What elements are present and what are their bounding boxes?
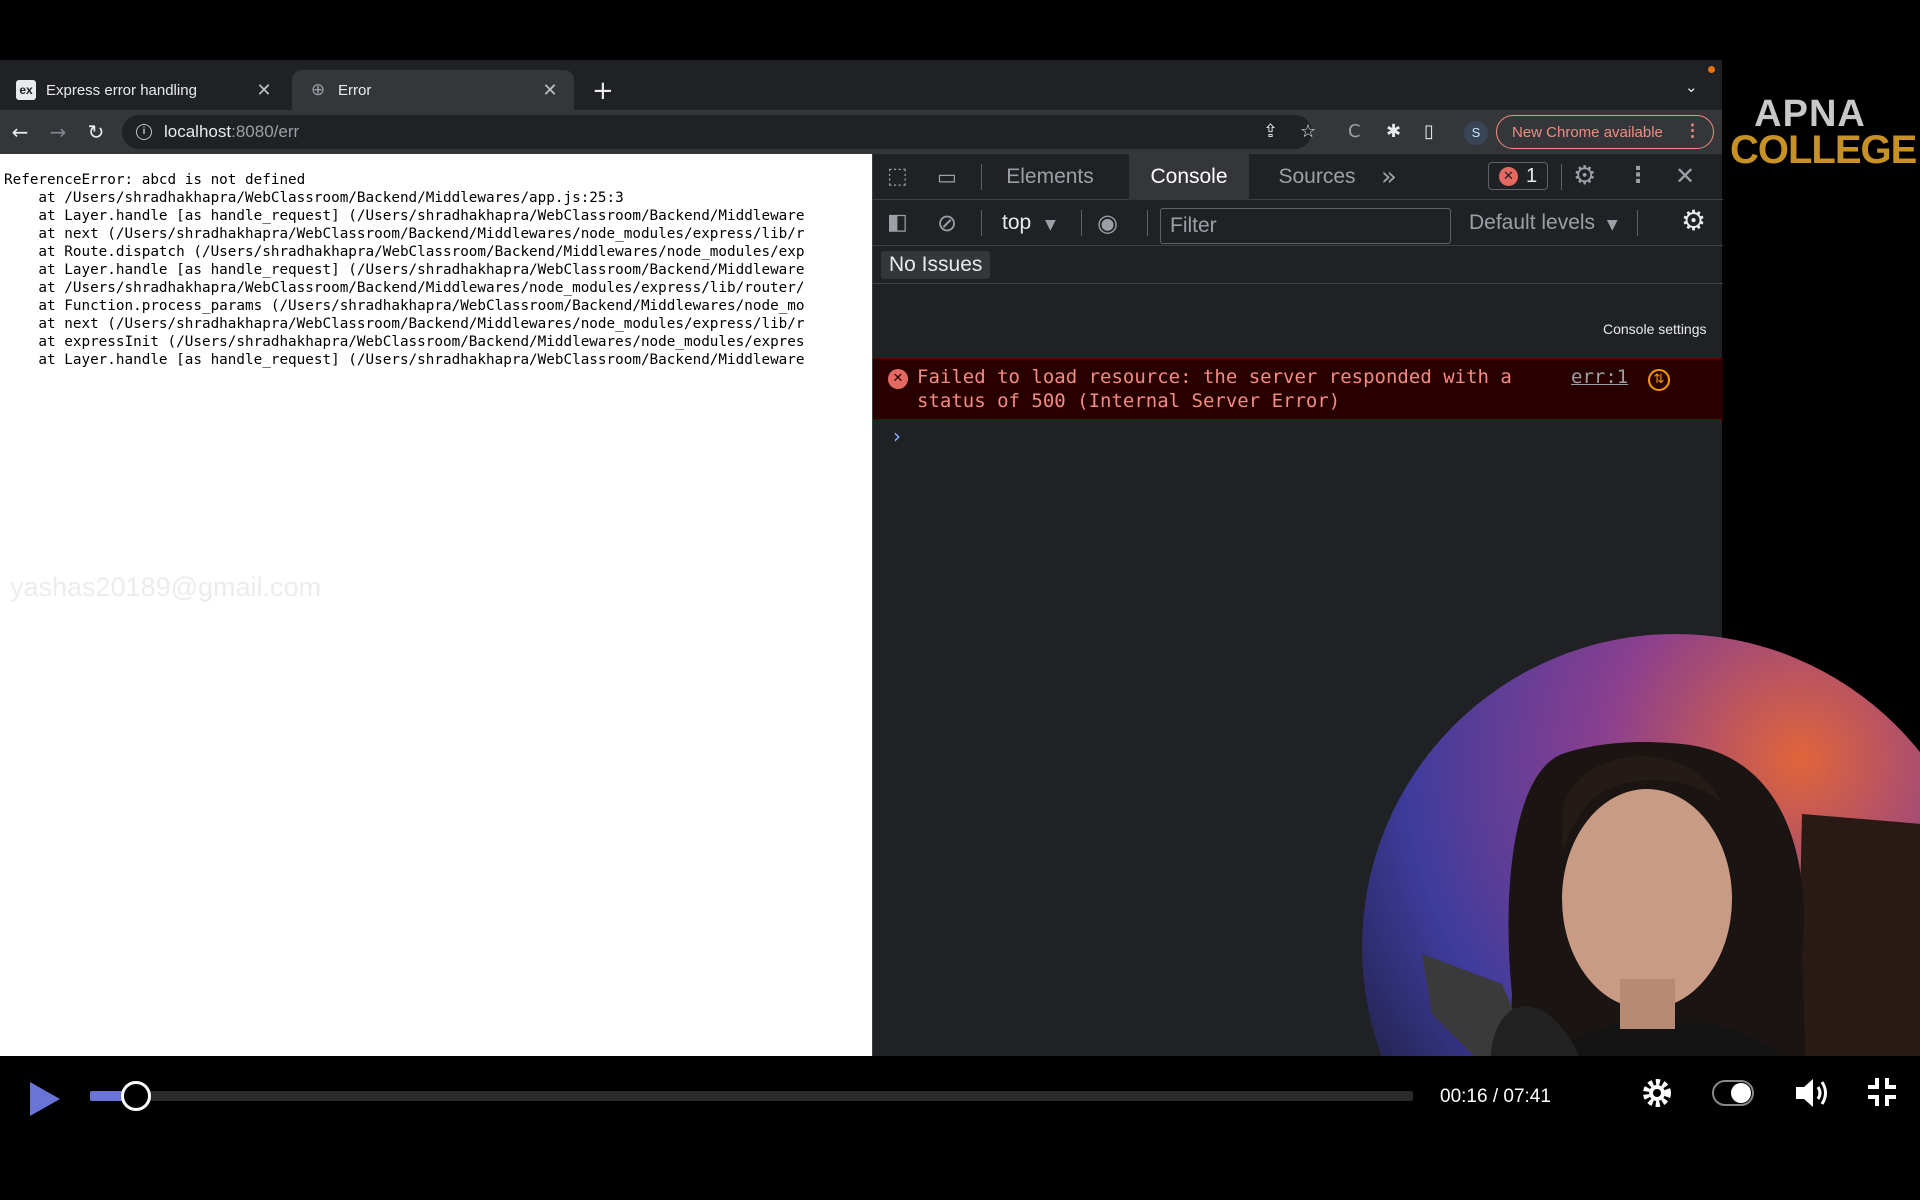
reload-icon[interactable]: ↻ — [82, 118, 110, 146]
stack-trace-line: at Layer.handle [as handle_request] (/Us… — [4, 352, 805, 368]
stack-trace: ReferenceError: abcd is not defined at /… — [4, 171, 872, 369]
tab-elements[interactable]: Elements — [991, 154, 1109, 200]
divider — [1637, 210, 1638, 236]
log-levels-label: Default levels — [1469, 211, 1596, 234]
devtools-tab-bar: ⬚ ▭ Elements Console Sources » ✕ 1 ⚙ ⋮ ✕ — [873, 154, 1723, 200]
context-selector[interactable]: top ▼ — [1002, 200, 1056, 246]
url-path: :8080/err — [231, 122, 300, 141]
play-icon[interactable] — [28, 1080, 62, 1118]
stack-trace-line: at Layer.handle [as handle_request] (/Us… — [4, 208, 805, 224]
tab-strip: ex Express error handling ✕ ⊕ Error ✕ + … — [0, 60, 1722, 110]
site-info-icon[interactable]: i — [136, 124, 152, 140]
address-bar[interactable]: i localhost:8080/err — [122, 115, 1312, 149]
forward-icon[interactable]: → — [44, 118, 72, 146]
stack-trace-line: at expressInit (/Users/shradhakhapra/Web… — [4, 334, 805, 350]
stack-trace-line: at Layer.handle [as handle_request] (/Us… — [4, 262, 805, 278]
divider — [1081, 210, 1082, 236]
profile-avatar[interactable]: S — [1464, 121, 1488, 145]
browser-toolbar: ← → ↻ i localhost:8080/err ⇪ ☆ C ✱ ▯ S N… — [0, 110, 1722, 154]
context-label: top — [1002, 211, 1032, 234]
stack-trace-line: at next (/Users/shradhakhapra/WebClassro… — [4, 316, 805, 332]
volume-icon[interactable] — [1794, 1076, 1832, 1110]
divider — [1561, 164, 1562, 190]
tab-console[interactable]: Console — [1129, 154, 1249, 200]
stack-trace-line: at Function.process_params (/Users/shrad… — [4, 298, 805, 314]
tab-title: Error — [338, 81, 372, 99]
tab-search-icon[interactable]: ⌄ — [1685, 78, 1698, 96]
bookmark-star-icon[interactable]: ☆ — [1300, 122, 1316, 142]
tab-favicon: ex — [16, 80, 36, 100]
inspect-element-icon[interactable]: ⬚ — [887, 164, 908, 190]
error-icon: ✕ — [1498, 166, 1518, 186]
console-settings-gear-icon[interactable]: ⚙ — [1681, 207, 1706, 235]
clear-console-icon[interactable]: ⊘ — [937, 210, 957, 236]
stack-trace-line: at Route.dispatch (/Users/shradhakhapra/… — [4, 244, 805, 260]
issues-bar: No Issues — [873, 246, 1723, 284]
tab-express-error-handling[interactable]: ex Express error handling ✕ — [0, 70, 288, 110]
url-host: localhost — [164, 122, 232, 141]
extensions-puzzle-icon[interactable]: ✱ — [1386, 122, 1401, 142]
close-icon[interactable]: ✕ — [1675, 163, 1695, 189]
back-icon[interactable]: ← — [6, 118, 34, 146]
stack-trace-line: at /Users/shradhakhapra/WebClassroom/Bac… — [4, 190, 624, 206]
progress-bar[interactable] — [90, 1081, 1413, 1111]
divider — [981, 210, 982, 236]
time-display: 00:16 / 07:41 — [1440, 1086, 1551, 1107]
filter-input[interactable] — [1160, 208, 1451, 244]
console-settings-tooltip: Console settings — [1598, 319, 1712, 339]
divider — [1147, 210, 1148, 236]
stack-trace-line: ReferenceError: abcd is not defined — [4, 172, 306, 188]
progress-handle[interactable] — [121, 1081, 152, 1111]
share-icon[interactable]: ⇪ — [1263, 122, 1278, 142]
exit-fullscreen-icon[interactable] — [1866, 1076, 1898, 1108]
device-toolbar-icon[interactable]: ▭ — [937, 164, 957, 190]
notification-dot — [1708, 66, 1715, 73]
network-request-icon[interactable]: ⇅ — [1648, 369, 1670, 391]
video-player-controls: 00:16 / 07:41 — [0, 1056, 1920, 1200]
divider — [981, 164, 982, 190]
tab-error[interactable]: ⊕ Error ✕ — [292, 70, 574, 110]
new-tab-button[interactable]: + — [592, 76, 614, 106]
update-button-label: New Chrome available — [1512, 123, 1663, 141]
close-icon[interactable]: ✕ — [540, 80, 560, 101]
error-icon: ✕ — [888, 369, 908, 389]
more-tabs-icon[interactable]: » — [1381, 164, 1397, 190]
extension-c-icon[interactable]: C — [1348, 122, 1361, 142]
error-count: 1 — [1525, 164, 1538, 187]
eye-icon[interactable]: ◉ — [1097, 210, 1118, 236]
log-levels-dropdown[interactable]: Default levels ▼ — [1469, 200, 1618, 246]
dropdown-arrow-icon: ▼ — [1606, 217, 1618, 233]
watermark: yashas20189@gmail.com — [10, 572, 322, 602]
error-count-badge[interactable]: ✕ 1 — [1488, 162, 1548, 190]
apna-college-logo: APNA COLLEGE — [1730, 93, 1917, 172]
globe-icon: ⊕ — [310, 80, 326, 100]
stack-trace-line: at next (/Users/shradhakhapra/WebClassro… — [4, 226, 805, 242]
sidebar-toggle-icon[interactable]: ◧ — [887, 210, 908, 236]
settings-gear-icon[interactable] — [1640, 1076, 1674, 1110]
side-panel-icon[interactable]: ▯ — [1424, 122, 1434, 142]
no-issues-button[interactable]: No Issues — [881, 251, 991, 279]
logo-line-2: COLLEGE — [1730, 128, 1917, 172]
close-icon[interactable]: ✕ — [254, 80, 274, 101]
kebab-menu-icon[interactable]: ⋮ — [1684, 121, 1701, 141]
page-content: ReferenceError: abcd is not defined at /… — [0, 154, 872, 1056]
error-message-text: Failed to load resource: the server resp… — [917, 366, 1524, 412]
new-chrome-available-button[interactable]: New Chrome available ⋮ — [1496, 115, 1714, 149]
tab-sources[interactable]: Sources — [1257, 154, 1377, 200]
stack-trace-line: at /Users/shradhakhapra/WebClassroom/Bac… — [4, 280, 805, 296]
console-toolbar: ◧ ⊘ top ▼ ◉ Default levels ▼ ⚙ — [873, 200, 1723, 246]
console-error-message[interactable]: ✕ Failed to load resource: the server re… — [873, 358, 1723, 420]
gear-icon[interactable]: ⚙ — [1573, 163, 1596, 189]
playback-speed-icon[interactable] — [1712, 1080, 1754, 1106]
dropdown-arrow-icon: ▼ — [1045, 217, 1056, 233]
logo-line-1: APNA — [1754, 93, 1866, 135]
tab-title: Express error handling — [46, 81, 197, 99]
kebab-menu-icon[interactable]: ⋮ — [1627, 163, 1649, 189]
error-source-link[interactable]: err:1 — [1571, 365, 1628, 389]
console-prompt-icon[interactable]: › — [893, 424, 901, 448]
